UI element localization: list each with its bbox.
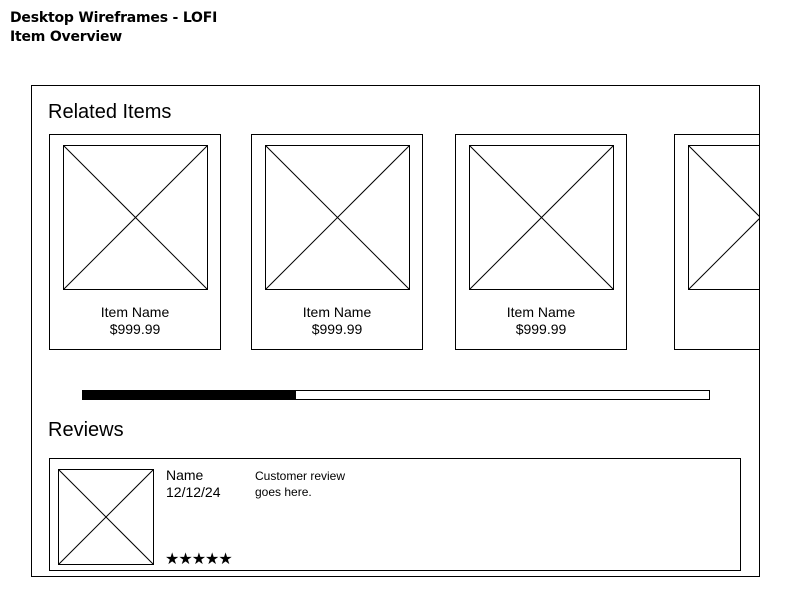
image-placeholder-icon: [265, 145, 410, 290]
reviews-title: Reviews: [48, 419, 124, 441]
related-item-card[interactable]: Item Name $999.99: [455, 134, 627, 350]
star-rating-icon: ★★★★★: [165, 549, 233, 568]
item-overview-frame: Related Items Item Name $999.99 Item Nam…: [31, 85, 760, 577]
related-item-card[interactable]: Item Name $999.99: [251, 134, 423, 350]
item-name: Item Name: [302, 304, 372, 320]
review-text: Customer review goes here.: [255, 469, 346, 499]
image-placeholder-icon: [63, 145, 208, 290]
reviewer-avatar-placeholder-icon: [58, 469, 154, 565]
review-card: Name 12/12/24 Customer review goes here.…: [49, 458, 741, 571]
related-item-card-partial[interactable]: [674, 134, 759, 350]
related-item-card[interactable]: Item Name $999.99: [49, 134, 221, 350]
item-price: $999.99: [515, 321, 567, 337]
page-subtitle: Item Overview: [10, 29, 123, 45]
reviewer-name: Name: [166, 467, 204, 483]
item-price: $999.99: [311, 321, 363, 337]
image-placeholder-icon: [469, 145, 614, 290]
item-name: Item Name: [100, 304, 170, 320]
page-heading: Desktop Wireframes - LOFI Item Overview: [10, 9, 217, 47]
item-name: Item Name: [506, 304, 576, 320]
page-title: Desktop Wireframes - LOFI: [10, 10, 218, 26]
scrollbar-thumb[interactable]: [83, 391, 296, 399]
carousel-scrollbar[interactable]: [82, 390, 710, 400]
review-date: 12/12/24: [166, 484, 221, 500]
image-placeholder-icon: [688, 145, 759, 290]
item-price: $999.99: [109, 321, 161, 337]
